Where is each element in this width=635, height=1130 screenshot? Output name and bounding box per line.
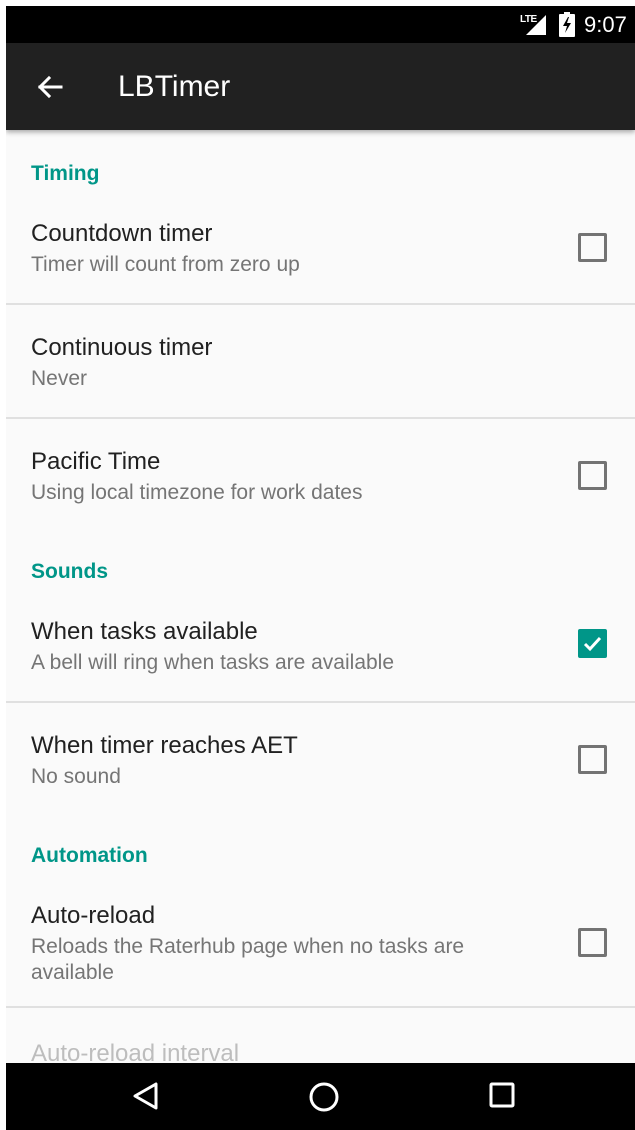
auto-reload-checkbox[interactable] [578, 928, 607, 957]
pref-title: When timer reaches AET [31, 732, 298, 759]
tasks-available-checkbox[interactable] [578, 629, 607, 658]
app-bar: LBTimer [6, 43, 635, 130]
pref-title: When tasks available [31, 618, 258, 645]
category-timing: Timing [31, 162, 100, 185]
square-recents-icon[interactable] [488, 1081, 516, 1114]
arrow-left-icon[interactable] [34, 71, 66, 103]
pref-summary: Timer will count from zero up [31, 253, 300, 276]
lte-signal-icon: LTE [518, 14, 548, 36]
category-sounds: Sounds [31, 560, 108, 583]
app-title: LBTimer [118, 70, 231, 103]
checkmark-icon [583, 636, 602, 652]
status-bar: LTE 9:07 [6, 6, 635, 43]
timer-aet-checkbox[interactable] [578, 745, 607, 774]
pref-title: Pacific Time [31, 448, 161, 475]
pref-title: Continuous timer [31, 334, 213, 361]
pref-summary: Never [31, 367, 88, 390]
pref-title: Countdown timer [31, 220, 213, 247]
triangle-back-icon[interactable] [131, 1081, 159, 1116]
battery-charging-icon [559, 12, 575, 37]
category-automation: Automation [31, 844, 148, 867]
screen: LTE 9:07 LBTimer Timing Countdown timer [6, 6, 635, 1130]
status-time: 9:07 [584, 12, 627, 37]
circle-home-icon[interactable] [308, 1081, 340, 1118]
pref-summary: No sound [31, 765, 121, 788]
navigation-bar [6, 1063, 635, 1130]
pref-summary: Reloads the Raterhub page when no tasks … [31, 935, 465, 984]
pref-title: Auto-reload [31, 902, 156, 929]
preferences-list: Timing Countdown timer Timer will count … [6, 130, 635, 1067]
pref-summary: Using local timezone for work dates [31, 481, 363, 504]
pref-summary: A bell will ring when tasks are availabl… [31, 651, 395, 674]
countdown-timer-checkbox[interactable] [578, 233, 607, 262]
pacific-time-checkbox[interactable] [578, 461, 607, 490]
